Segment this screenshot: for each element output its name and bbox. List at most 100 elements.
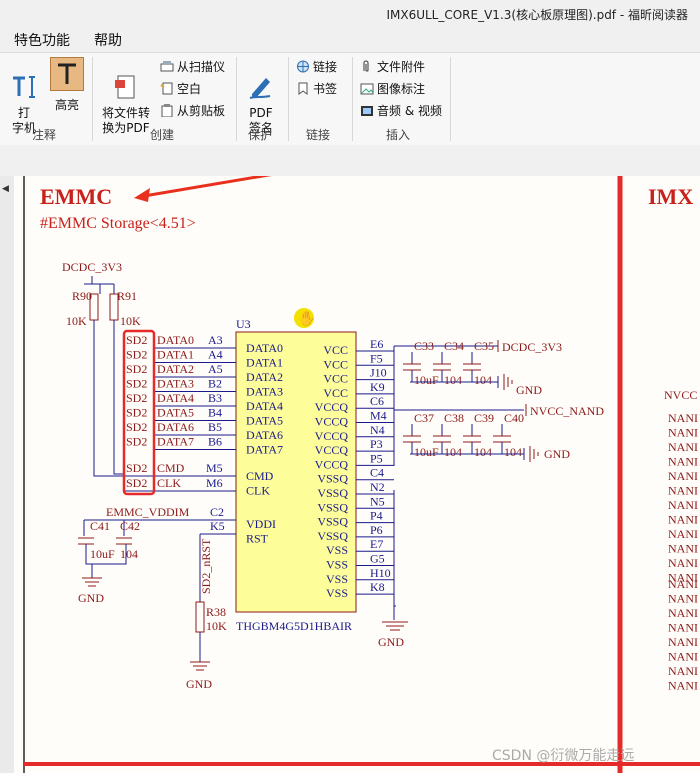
data-signal-label: DATA0 [157, 333, 194, 347]
film-icon [360, 104, 374, 117]
ribbon-separator [288, 57, 289, 141]
nand-net-label: NANI [668, 650, 698, 664]
chip-pin-name: DATA1 [246, 356, 283, 370]
r91-value: 10K [120, 314, 141, 328]
cap-c42 [116, 537, 132, 545]
capacitor-label: C34 [444, 339, 464, 353]
data-ball-label: B6 [208, 435, 222, 449]
ribbon-collapsed-area [0, 145, 700, 175]
data-pin-rows: SD2 DATA0 A3 SD2 DATA1 A4 SD2 DATA2 A5 SD2 DATA3 B2… [126, 333, 236, 450]
r38-value: 10K [206, 619, 227, 633]
blank-page-icon [160, 82, 174, 95]
ribbon-separator [450, 57, 451, 141]
from-clipboard-button[interactable]: 从剪贴板 [160, 103, 225, 119]
r90-label: R90 [72, 289, 92, 303]
data-signal-label: DATA6 [157, 420, 194, 434]
chip-pin-name: VCC [323, 386, 348, 400]
blank-button[interactable]: 空白 [160, 81, 201, 97]
power-net-label: DCDC_3V3 [62, 260, 122, 274]
audio-video-button[interactable]: 音频 & 视频 [360, 103, 442, 119]
from-scanner-button[interactable]: 从扫描仪 [160, 59, 225, 75]
chip-pin-name: RST [246, 532, 269, 546]
nand-net-label: NANI [668, 577, 698, 591]
chip-pin-name: CMD [246, 469, 274, 483]
section-heading: EMMC [40, 184, 112, 209]
chip-ball-label: N4 [370, 423, 385, 437]
cmd-signal: CMD [157, 461, 185, 475]
chip-ball-label: M4 [370, 409, 387, 423]
highlight-icon [50, 57, 84, 91]
image-annotation-label: 图像标注 [377, 82, 426, 96]
data-signal-label: DATA5 [157, 406, 194, 420]
left-panel-toggle[interactable]: ◀ [0, 176, 14, 773]
chip-pin-name: DATA5 [246, 414, 283, 428]
link-group-label: 链接 [306, 128, 331, 142]
data-signal-label: DATA1 [157, 348, 194, 362]
nand-net-label: NANI [668, 498, 698, 512]
gnd-label-left: GND [78, 591, 104, 605]
chip-pin-name: VCCQ [315, 415, 349, 429]
chip-pin-name: CLK [246, 484, 270, 498]
convert-to-pdf-button[interactable]: 将文件转 换为PDF [98, 57, 154, 151]
chip-pin-name: VCC [323, 343, 348, 357]
data-net-label: SD2 [126, 391, 147, 405]
from-clipboard-label: 从剪贴板 [177, 104, 226, 118]
resistor-r38 [195, 601, 205, 633]
chip-pin-name: VCCQ [315, 400, 349, 414]
c41-value: 10uF [90, 547, 115, 561]
audio-video-label: 音频 & 视频 [377, 104, 442, 118]
image-annotation-button[interactable]: 图像标注 [360, 81, 425, 97]
link-button[interactable]: 链接 [296, 59, 337, 75]
section-heading-right: IMX [648, 184, 693, 209]
annotation-arrow [143, 176, 272, 198]
decoupling-caps-mid: C37 10uF C38 104 C39 104 C40 104 [403, 411, 524, 459]
capacitor-value: 104 [444, 445, 462, 459]
chip-ball-label: K8 [370, 580, 385, 594]
typewriter-icon [13, 76, 35, 98]
create-group-label: 创建 [150, 128, 175, 142]
menu-item-features[interactable]: 特色功能 [14, 30, 70, 50]
c42-label: C42 [120, 519, 140, 533]
right-column-nvcc: NVCC [664, 388, 697, 402]
ribbon-separator [92, 57, 93, 141]
capacitor-value: 104 [444, 373, 462, 387]
highlight-button[interactable]: 高亮 [48, 57, 86, 113]
annotate-group-label: 注释 [32, 128, 57, 142]
gnd-label-mid: GND [544, 447, 570, 461]
capacitor-value: 10uF [414, 445, 439, 459]
scanner-icon [160, 60, 174, 73]
vddi-ball: C2 [210, 505, 224, 519]
chip-ball-label: K9 [370, 380, 385, 394]
data-ball-label: B4 [208, 406, 222, 420]
chip-ball-label: P4 [370, 509, 383, 523]
bookmark-icon [296, 82, 310, 95]
bookmark-button[interactable]: 书签 [296, 81, 337, 97]
nand-net-label: NANI [668, 606, 698, 620]
chip-ball-label: F5 [370, 351, 383, 365]
globe-link-icon [296, 60, 310, 73]
nand-net-label: NANI [668, 635, 698, 649]
chip-pin-name: VSSQ [317, 486, 348, 500]
menu-item-help[interactable]: 帮助 [94, 30, 122, 50]
insert-group-label: 插入 [386, 128, 411, 142]
nand-net-label: NANI [668, 621, 698, 635]
capacitor-label: C40 [504, 411, 524, 425]
pdf-page: EMMC IMX #EMMC Storage<4.51> DCDC_3V3 R9… [14, 176, 700, 773]
chip-pin-name: VSS [326, 558, 348, 572]
chip-pin-name: VCCQ [315, 457, 349, 471]
chip-ball-label: C6 [370, 394, 384, 408]
nand-net-label: NANI [668, 469, 698, 483]
decoupling-caps-top: C33 10uF C34 104 C35 104 [403, 339, 494, 387]
capacitor-label: C35 [474, 339, 494, 353]
chip-pin-name: VCC [323, 372, 348, 386]
nand-net-label: NANI [668, 664, 698, 678]
data-net-label: SD2 [126, 435, 147, 449]
file-attachment-button[interactable]: 文件附件 [360, 59, 425, 75]
r38-label: R38 [206, 605, 226, 619]
chip-ball-label: E6 [370, 337, 383, 351]
chip-pin-name: VCCQ [315, 443, 349, 457]
chip-pin-name: VSSQ [317, 515, 348, 529]
chip-ball-label: E7 [370, 537, 383, 551]
ribbon-toolbar: 打 字机 高亮 注释 将文件转 换为PDF 从扫描仪 空白 从剪贴板 创建 PD… [0, 52, 700, 146]
ribbon-separator [352, 57, 353, 141]
